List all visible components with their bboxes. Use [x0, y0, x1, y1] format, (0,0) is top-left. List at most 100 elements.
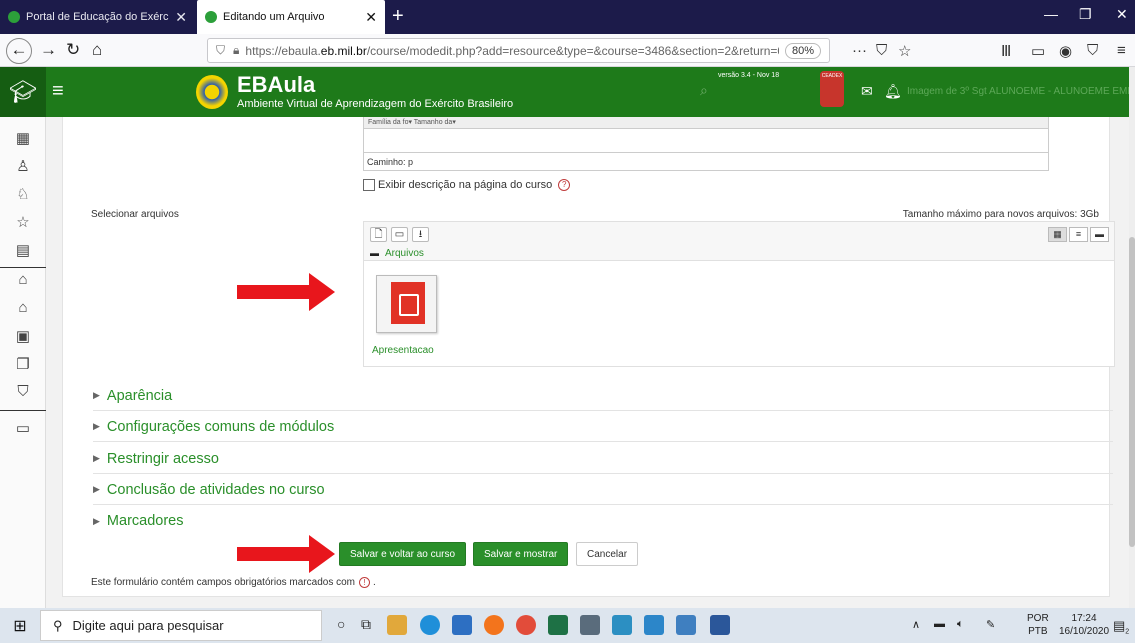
new-tab-icon[interactable]: +: [392, 5, 404, 27]
page-actions-icon[interactable]: ···: [852, 42, 867, 59]
minimize-icon[interactable]: —: [1044, 6, 1058, 22]
zoom-level[interactable]: 80%: [784, 42, 821, 59]
language-indicator[interactable]: POR PTB: [1027, 612, 1049, 638]
add-file-icon[interactable]: 🗋︎: [370, 227, 387, 242]
restore-icon[interactable]: ❐: [1079, 6, 1092, 23]
app-icon[interactable]: [612, 615, 632, 635]
participants-icon[interactable]: ♙: [13, 157, 33, 175]
my-courses-icon[interactable]: ⛉: [13, 383, 33, 400]
graduation-cap-icon[interactable]: 🎓︎: [0, 67, 46, 117]
view-list-icon[interactable]: ≡: [1069, 227, 1088, 242]
windows-start-icon[interactable]: ⊞: [0, 608, 40, 643]
search-icon[interactable]: ⌕: [700, 82, 708, 99]
hamburger-menu-icon[interactable]: ≡: [52, 80, 64, 103]
brand-title[interactable]: EBAula: [237, 74, 315, 96]
caret-right-icon: ▶: [93, 453, 100, 463]
page-scrollbar[interactable]: [1129, 67, 1135, 608]
pdf-document-icon: [391, 282, 425, 324]
window-close-icon[interactable]: ✕: [1116, 6, 1128, 23]
grades-icon[interactable]: ▤: [13, 241, 33, 259]
close-icon[interactable]: ✕: [175, 9, 187, 26]
section-conclusao[interactable]: ▶ Conclusão de atividades no curso: [93, 475, 1113, 505]
folder-icon[interactable]: ▭: [13, 419, 33, 437]
competencies-icon[interactable]: ☆: [13, 213, 33, 231]
ceadex-badge[interactable]: CEADEX: [820, 71, 844, 107]
editor-toolbar[interactable]: Família da fo▾ Tamanho da▾: [363, 117, 1049, 129]
pocket-save-icon[interactable]: ⛉: [1087, 42, 1098, 59]
firefox-icon[interactable]: [484, 615, 504, 635]
word-icon[interactable]: [710, 615, 730, 635]
forward-icon[interactable]: →: [40, 40, 57, 60]
view-tree-icon[interactable]: ▬: [1090, 227, 1109, 242]
library-icon[interactable]: Ⅲ: [1001, 42, 1011, 60]
notepad-icon[interactable]: [676, 615, 696, 635]
notifications-icon[interactable]: ▤2: [1113, 618, 1129, 636]
file-name[interactable]: Apresentacao: [372, 345, 434, 356]
create-folder-icon[interactable]: ▭: [391, 227, 408, 242]
lock-icon[interactable]: 🔒︎: [233, 43, 239, 58]
file-picker-area[interactable]: Apresentacao: [363, 261, 1115, 367]
tab-editando[interactable]: Editando um Arquivo ✕: [197, 0, 385, 34]
tab-title: Editando um Arquivo: [223, 11, 325, 23]
bookmark-star-icon[interactable]: ☆: [898, 42, 911, 60]
drawer-divider: [0, 267, 46, 268]
user-menu[interactable]: Imagem de 3º Sgt ALUNOEME - ALUNOEME EME…: [907, 86, 1135, 97]
show-description-field[interactable]: Exibir descrição na página do curso ?: [363, 179, 571, 191]
description-editor[interactable]: [363, 129, 1049, 153]
back-icon[interactable]: ←: [6, 38, 32, 64]
section-configuracoes[interactable]: ▶ Configurações comuns de módulos: [93, 412, 1113, 442]
dashboard-icon[interactable]: ▦: [13, 129, 33, 147]
menu-icon[interactable]: ≡: [1117, 42, 1126, 59]
cortana-icon[interactable]: ○: [337, 616, 345, 632]
view-icons-icon[interactable]: ▦: [1048, 227, 1067, 242]
network-icon[interactable]: ▬: [934, 618, 945, 630]
badges-icon[interactable]: ♘: [13, 185, 33, 203]
url-bar[interactable]: ⛉ 🔒︎ https://ebaula.eb.mil.br/course/mod…: [207, 38, 830, 63]
home-icon[interactable]: ⌂: [92, 40, 102, 60]
download-icon[interactable]: ⭳: [412, 227, 429, 242]
reload-icon[interactable]: ↻: [66, 40, 80, 60]
sidebar-icon[interactable]: ▭: [1031, 42, 1045, 60]
drawer-divider: [0, 410, 46, 411]
ct-app-icon[interactable]: [644, 615, 664, 635]
browser-tab-strip: Portal de Educação do Exército ✕ Editand…: [0, 0, 1135, 34]
volume-icon[interactable]: 🔈︎: [957, 618, 964, 631]
taskbar-search[interactable]: ⚲ Digite aqui para pesquisar: [40, 610, 322, 641]
help-icon[interactable]: ?: [558, 179, 571, 191]
edit-form-card: Família da fo▾ Tamanho da▾ Caminho: p Ex…: [62, 117, 1115, 597]
scrollbar-thumb[interactable]: [1129, 237, 1135, 547]
pocket-icon[interactable]: ⛉: [876, 42, 887, 59]
show-hidden-icons-icon[interactable]: ∧: [912, 618, 920, 631]
file-picker-path[interactable]: ▬ Arquivos: [370, 248, 424, 259]
private-files-icon[interactable]: ❐: [13, 355, 33, 373]
pen-icon[interactable]: ✎: [986, 618, 995, 631]
search-icon: ⚲: [53, 617, 63, 633]
pdf-file-icon[interactable]: [376, 275, 437, 333]
close-icon[interactable]: ✕: [365, 9, 377, 26]
notifications-bell-icon[interactable]: 🔔︎: [884, 83, 902, 100]
calculator-icon[interactable]: [580, 615, 600, 635]
task-view-icon[interactable]: ⧉: [361, 616, 371, 633]
site-home-icon[interactable]: ⌂: [13, 299, 33, 316]
save-show-button[interactable]: Salvar e mostrar: [473, 542, 569, 566]
shield-icon[interactable]: ⛉: [216, 43, 225, 58]
left-drawer: ▦ ♙ ♘ ☆ ▤ ⌂ ⌂ ▣ ❐ ⛉ ▭: [0, 117, 46, 608]
save-return-button[interactable]: Salvar e voltar ao curso: [339, 542, 467, 566]
home-icon[interactable]: ⌂: [13, 271, 33, 288]
show-description-checkbox[interactable]: [363, 179, 375, 191]
excel-icon[interactable]: [548, 615, 568, 635]
store-icon[interactable]: [452, 615, 472, 635]
edge-icon[interactable]: [420, 615, 440, 635]
section-restringir[interactable]: ▶ Restringir acesso: [93, 444, 1113, 474]
calendar-icon[interactable]: ▣: [13, 327, 33, 345]
caret-right-icon: ▶: [93, 421, 100, 431]
messages-icon[interactable]: ✉: [861, 83, 873, 100]
chrome-icon[interactable]: [516, 615, 536, 635]
file-explorer-icon[interactable]: [387, 615, 407, 635]
section-marcadores[interactable]: ▶ Marcadores: [93, 506, 1113, 536]
clock[interactable]: 17:24 16/10/2020: [1059, 612, 1109, 638]
cancel-button[interactable]: Cancelar: [576, 542, 639, 566]
section-aparencia[interactable]: ▶ Aparência: [93, 381, 1113, 411]
account-icon[interactable]: ◉: [1059, 42, 1072, 60]
tab-portal[interactable]: Portal de Educação do Exército ✕: [0, 0, 195, 34]
